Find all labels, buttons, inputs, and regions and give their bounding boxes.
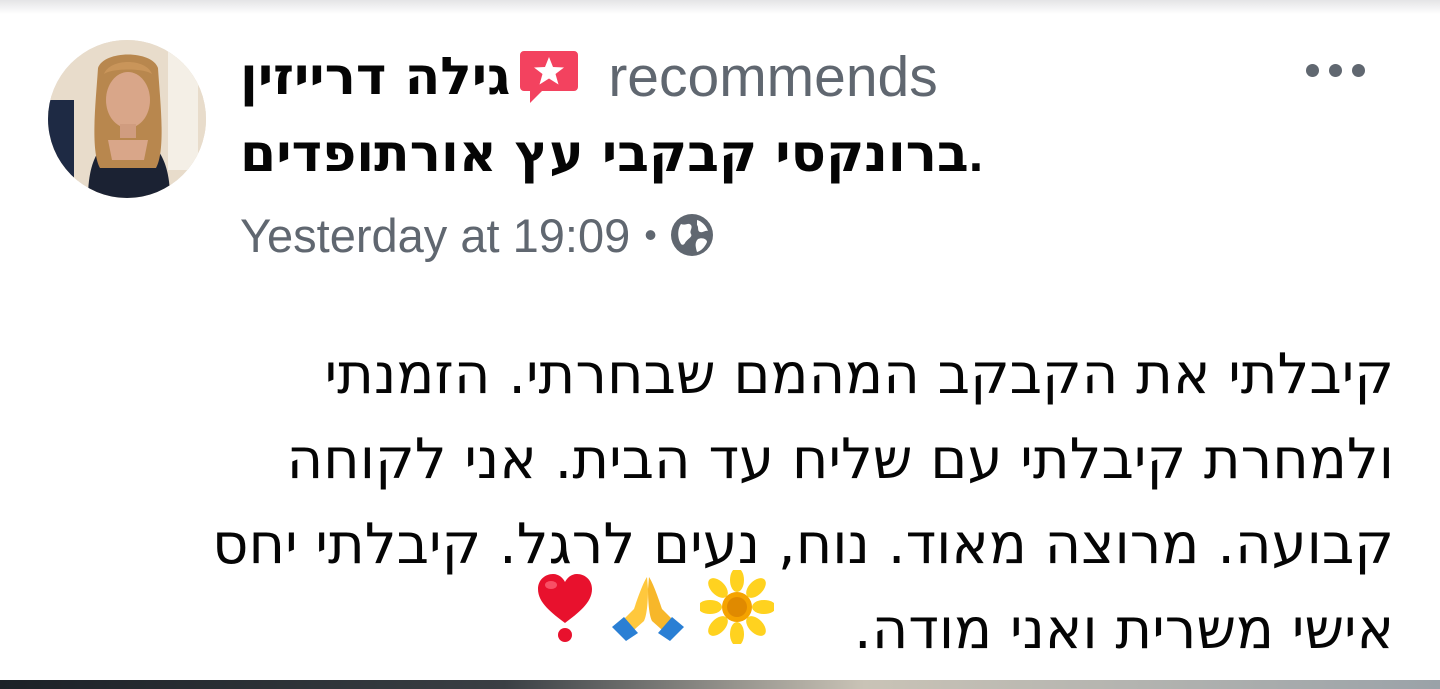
emoji-row — [534, 570, 774, 644]
post-meta: Yesterday at 19:09 • — [240, 205, 715, 265]
sunflower-emoji — [700, 570, 774, 644]
star-speech-bubble-icon — [520, 51, 579, 103]
more-options-button[interactable] — [1290, 46, 1380, 94]
recommends-label: recommends — [608, 45, 938, 109]
more-options-icon — [1305, 63, 1319, 77]
globe-icon[interactable] — [669, 212, 715, 258]
post-header: גילה דרייזין recommends — [240, 44, 938, 110]
folded-hands-emoji — [612, 577, 684, 641]
heart-exclamation-emoji — [538, 574, 592, 642]
author-name[interactable]: גילה דרייזין — [240, 47, 510, 107]
next-content-edge — [0, 680, 1440, 689]
post-card: גילה דרייזין recommends ברונקסי קבקבי עץ… — [0, 0, 1440, 689]
page-line: ברונקסי קבקבי עץ אורתופדים . — [240, 118, 983, 190]
author-avatar[interactable] — [48, 40, 206, 198]
timestamp-link[interactable]: Yesterday at 19:09 — [240, 208, 630, 263]
page-name-link[interactable]: ברונקסי קבקבי עץ אורתופדים — [240, 124, 969, 184]
page-suffix: . — [968, 125, 984, 183]
separator: • — [644, 214, 657, 255]
